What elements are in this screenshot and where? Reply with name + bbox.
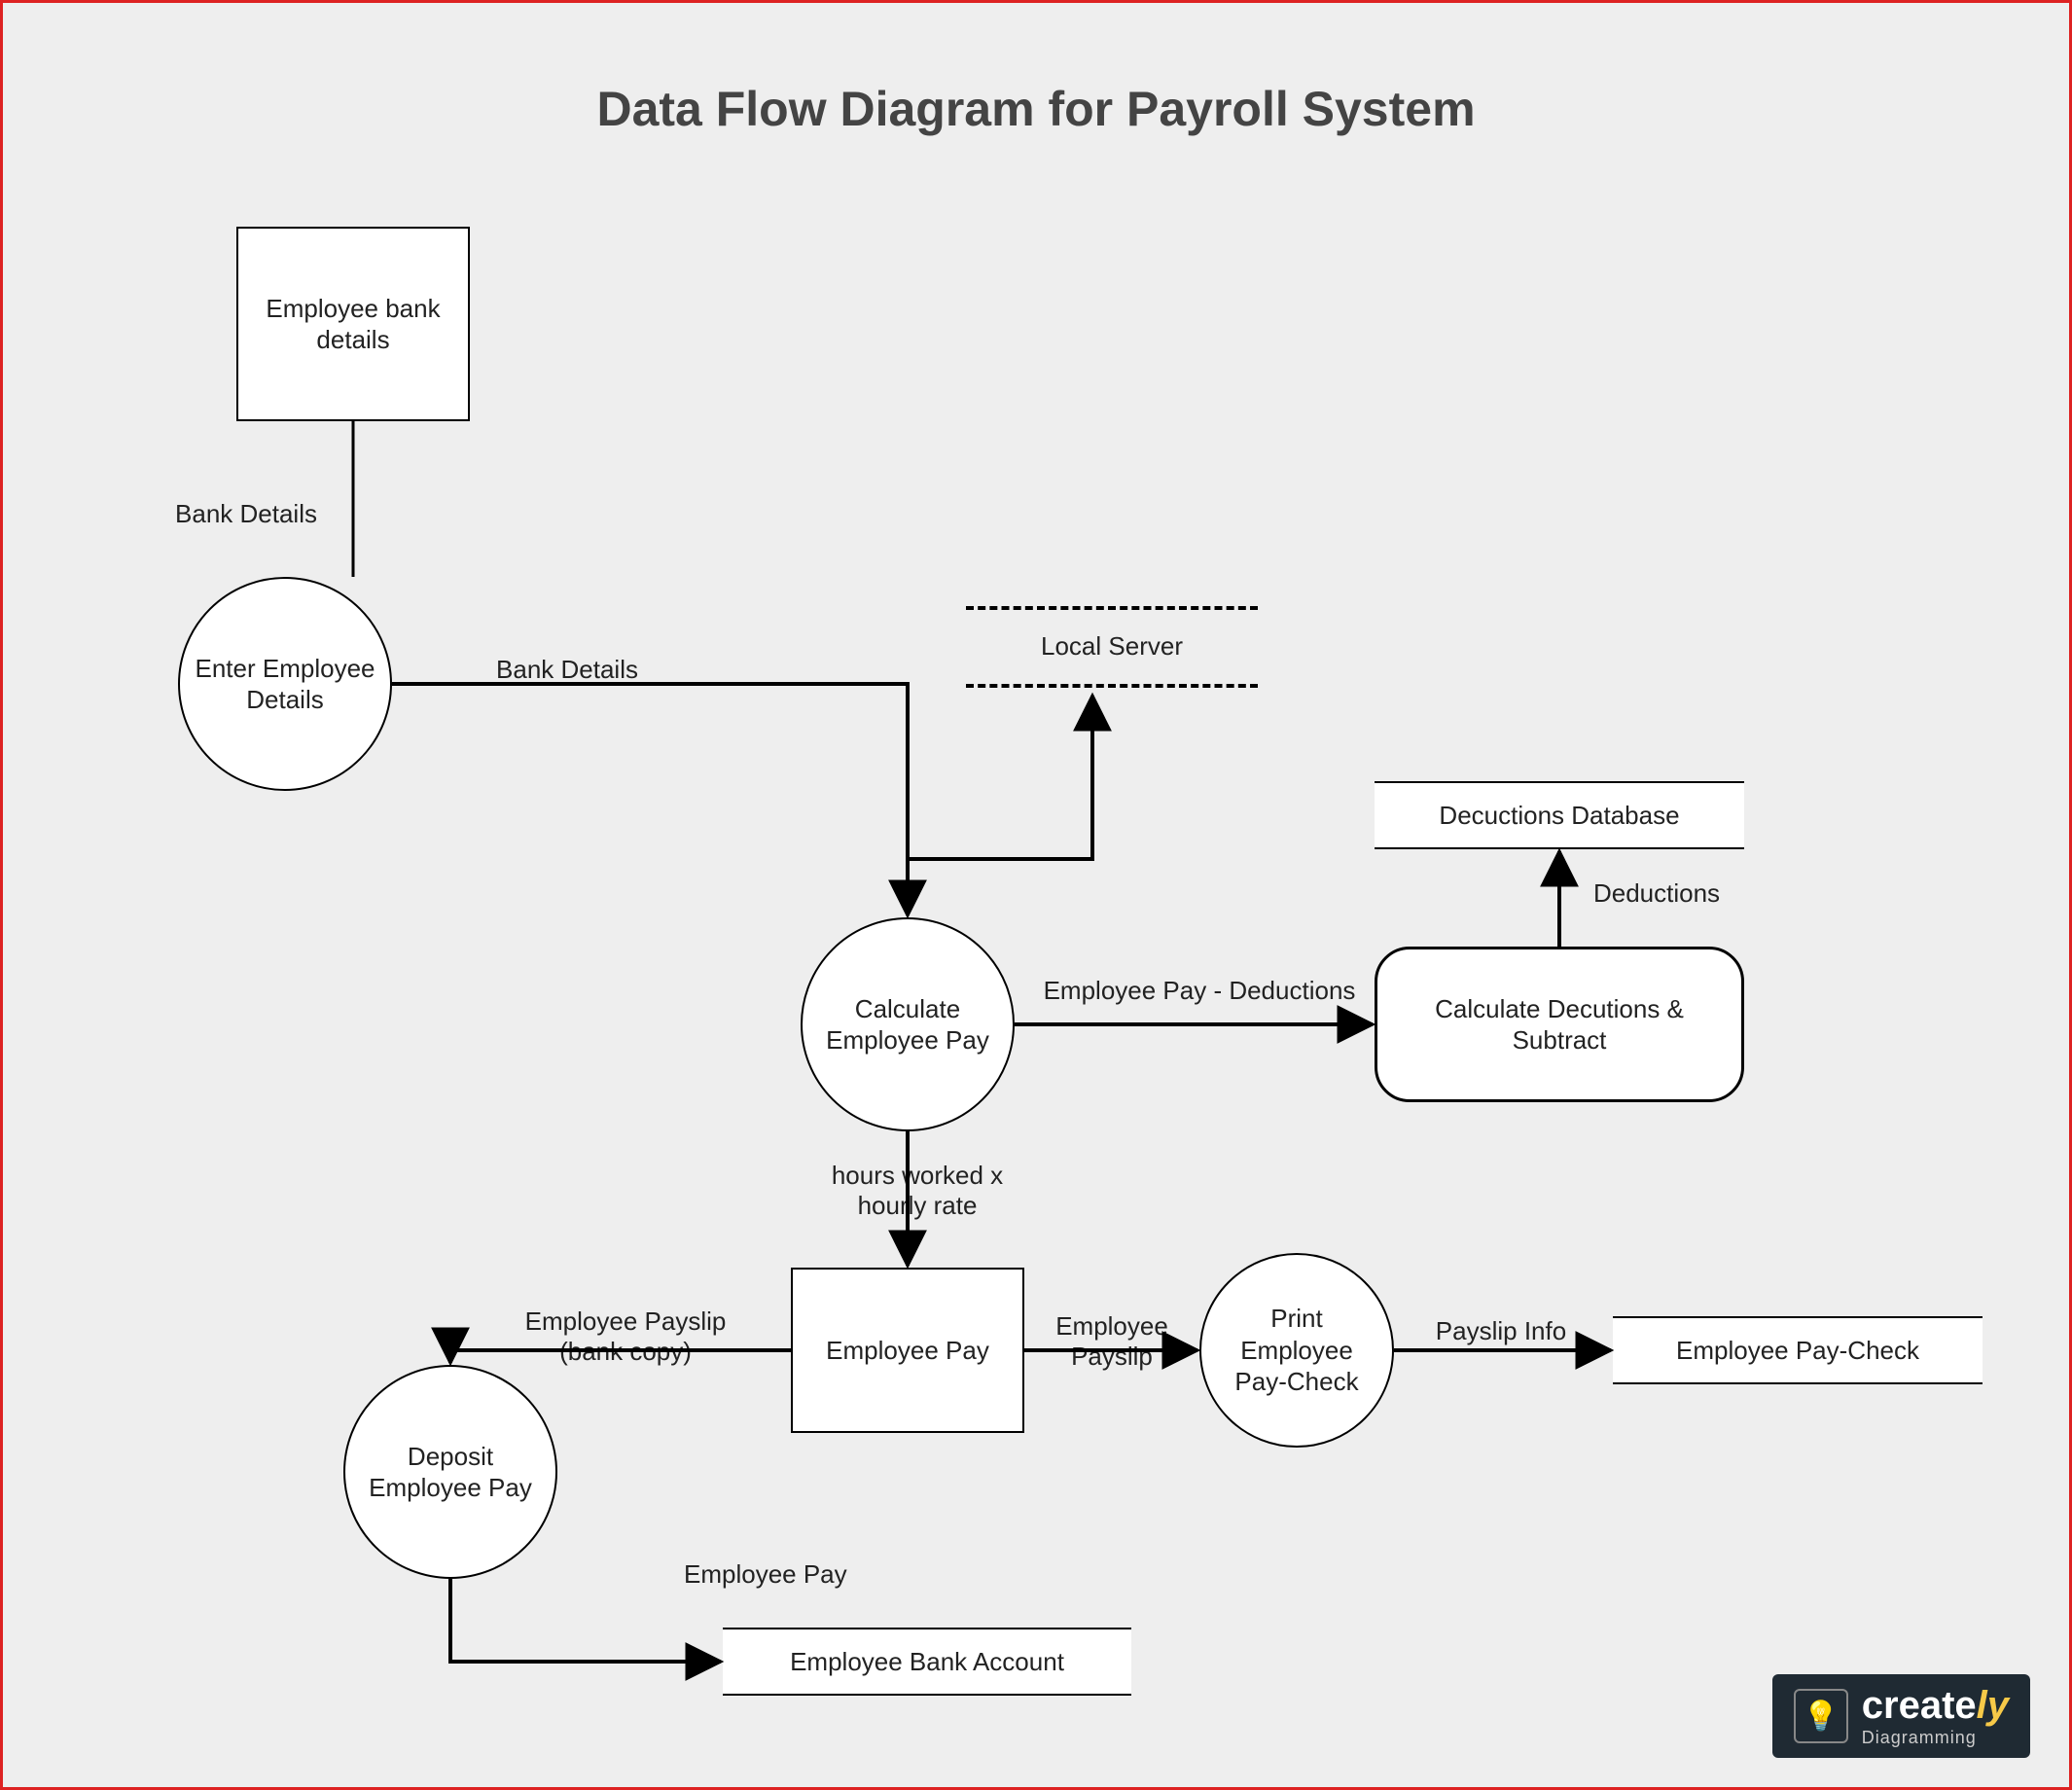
page-frame: Data Flow Diagram for Payroll System Emp… (0, 0, 2072, 1790)
diagram-canvas: Data Flow Diagram for Payroll System Emp… (61, 61, 2011, 1729)
brand-name: create (1862, 1684, 1977, 1727)
brand-suffix: ly (1977, 1684, 2009, 1727)
diagram-edges (61, 61, 2011, 1729)
lightbulb-icon: 💡 (1794, 1689, 1848, 1743)
brand-logo: 💡 creately Diagramming (1772, 1674, 2030, 1758)
brand-tagline: Diagramming (1862, 1729, 2009, 1746)
